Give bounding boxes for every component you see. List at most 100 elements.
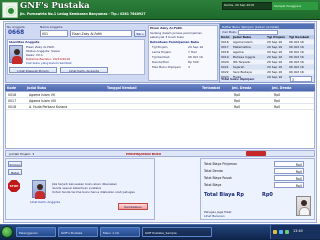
grand-total-value: Rp0 [262, 192, 273, 198]
rule-value-2: 06 Okt 16 [188, 55, 203, 59]
table-row[interactable]: 0018 A. Huda Perbaru Kurana Rp0 Rp0 [6, 104, 314, 110]
profile-line-4[interactable]: Cek buku yang belum kembali [26, 61, 71, 65]
search-book-label: Cari Buku [222, 30, 237, 34]
list-col-pinjam: Tgl Pinjam [267, 35, 285, 39]
borrowed-list-cell: 0019 [221, 55, 229, 59]
summary-count: Jumlah Pinjam: 3 [9, 151, 35, 156]
list-col-judul: Judul Buku [233, 35, 252, 39]
borrowed-list-cell: 06 Okt 16 [289, 60, 304, 64]
search-book-input[interactable] [238, 29, 279, 35]
tbl-col-denda2: Jml. Denda [272, 85, 292, 90]
borrowed-list-cell: Sejarah [233, 65, 245, 69]
rule-label-3: Denda/Hari [152, 60, 169, 64]
table-cell: 0018 [8, 104, 17, 109]
rule-label-2: Tgl Kembali [152, 55, 170, 59]
taskbar-item-2[interactable]: Menu 1.10 [100, 227, 140, 237]
borrowed-list-cell: 0016 [221, 40, 229, 44]
tbl-col-denda1: Jml. Denda [232, 85, 252, 90]
tray-icon-c[interactable] [285, 230, 289, 234]
total-label-0: Total Biaya Pinjaman [204, 161, 238, 166]
table-cell: Rp0 [274, 98, 281, 103]
borrowed-list-cell: 29 Sep 16 [267, 70, 283, 74]
taskbar-item-3[interactable]: GNF Pustaka_Sample [142, 227, 212, 237]
borrowed-list-cell: 06 Okt 16 [289, 45, 304, 49]
rules-title: Ketentuan Peminjaman Buku [150, 40, 200, 44]
return-button[interactable]: Kembalikan [118, 203, 148, 210]
borrowed-list-cell: 06 Okt 16 [289, 55, 304, 59]
no-anggota-field[interactable]: 001 [40, 30, 68, 37]
header-user[interactable]: Sample Pengguna [272, 2, 318, 10]
total-borrowed-label: Total buku dipinjam [221, 77, 255, 81]
return-table: 0016 Agama Islam VII Rp0 Rp0 0017 Agama Islam… [5, 91, 315, 149]
borrowed-list-cell: 29 Sep 16 [267, 45, 283, 49]
total-label-1: Total Denda [204, 168, 223, 173]
nama-anggota-label: Nama Anggota [40, 25, 63, 29]
table-cell: A. Huda Perbaru Kurana [29, 104, 68, 109]
cancel-button[interactable]: Batal [8, 169, 22, 175]
info-line-1: sebanyak 3 buah buku [150, 35, 185, 39]
total-value-1: Rp0 [274, 167, 304, 174]
header-date: Kamis, 29 Sep 2016 [224, 3, 254, 7]
total-value-2: Rp0 [274, 174, 304, 181]
rule-value-3: Rp 500 [188, 60, 199, 64]
history-button[interactable]: Lihat Riwayat Pinjam [9, 67, 57, 73]
info-title: Elsan Zaky Al-Fatih [150, 26, 183, 30]
app-logo [2, 2, 18, 18]
member-card-button[interactable]: Lihat Kartu Anggota [60, 67, 108, 73]
rule-label-0: Tgl Pinjam [152, 45, 168, 49]
borrowed-list-cell: 0017 [221, 45, 229, 49]
totals-rows: Total Biaya Pinjaman Rp0 Total Denda Rp0 T… [204, 160, 312, 188]
table-cell: Agama Islam VII [29, 92, 55, 97]
side-card-link[interactable]: Lihat Kartu Anggota [30, 200, 60, 204]
borrowed-list-cell: 29 Sep 16 [267, 75, 283, 79]
borrowed-list-cell: 06 Okt 16 [289, 50, 304, 54]
staff-avatar [296, 196, 311, 216]
table-cell: 0017 [8, 98, 17, 103]
borrowed-list-cell: 06 Okt 16 [289, 40, 304, 44]
new-member-button[interactable]: Baru [134, 30, 146, 37]
list-col-kembali: Tgl Kembali [289, 35, 309, 39]
borrowed-list-cell: 0021 [221, 65, 229, 69]
borrowed-list-cell: 0020 [221, 60, 229, 64]
taskbar-item-0[interactable]: Pelanggaran [16, 227, 56, 237]
save-button[interactable]: Simpan [8, 161, 22, 167]
table-cell: 0016 [8, 92, 17, 97]
borrowed-list-panel: Daftar Buku dipinjam (belum kembali) Car… [219, 23, 315, 83]
total-label-3: Total Biaya [204, 182, 222, 187]
tray-icon-b[interactable] [279, 230, 283, 234]
borrowed-list-cell: Matematika [233, 45, 251, 49]
member-photo-small [32, 180, 46, 199]
tbl-col-judul: Judul Buku [27, 85, 47, 90]
borrowed-list-cell: 29 Sep 16 [267, 40, 283, 44]
table-cell: Rp0 [274, 104, 281, 109]
table-cell: Rp0 [234, 98, 241, 103]
member-photo [9, 45, 23, 64]
tbl-col-kode: Kode [7, 85, 17, 90]
borrowed-list-cell: Bahasa Inggris [233, 55, 256, 59]
taskbar-item-1[interactable]: GNF's Pustaka [58, 227, 98, 237]
start-button[interactable] [1, 226, 13, 238]
borrowed-list-cell: IPA Terpadu [233, 60, 251, 64]
grand-total-label: Total Biaya Rp [204, 192, 244, 198]
rule-label-4: Max Buku Dipinjam [152, 65, 181, 69]
total-value-3: Rp0 [274, 181, 304, 188]
borrowed-list-cell: 29 Sep 16 [267, 60, 283, 64]
tray-icon-a[interactable] [273, 230, 277, 234]
total-label-2: Total Biaya Rusak [204, 175, 232, 180]
borrowed-list-cell: 06 Okt 16 [289, 70, 304, 74]
rule-value-0: 29 Sep 16 [188, 45, 204, 49]
tbl-col-tgl: Tanggal Kembali [107, 85, 137, 90]
tbl-col-terlambat: Terlambat [202, 85, 221, 90]
footer-link[interactable]: Lihat Bulanan [204, 214, 225, 218]
borrowed-list-cell: 0018 [221, 50, 229, 54]
identity-title: Identitas Anggota [9, 40, 40, 44]
borrowed-list-cell: Agama [233, 50, 244, 54]
rule-value-4: 3 [188, 65, 190, 69]
total-borrowed-value: 3 [290, 76, 312, 82]
stop-icon: STOP [8, 180, 20, 192]
nama-anggota-field[interactable]: Elsan Zaky Al-Fatih [70, 30, 132, 37]
borrowed-list-cell: 06 Okt 16 [289, 65, 304, 69]
rule-label-1: Lama Pinjam [152, 50, 172, 54]
borrowed-list-cell: 0022 [221, 70, 229, 74]
app-address: Jln. Purnawirta No.1 Ledug Kembaran Bany… [20, 12, 146, 16]
